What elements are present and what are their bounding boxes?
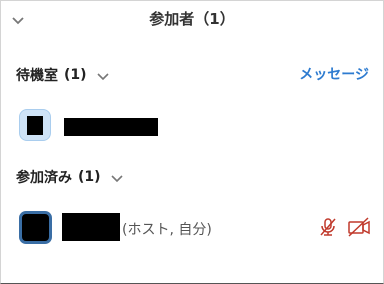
waiting-room-title: 待機室 (16, 68, 58, 84)
participant-name-redacted (62, 213, 120, 241)
waiting-room-count: (1) (64, 67, 87, 83)
avatar (19, 211, 52, 244)
participant-role: (ホスト, 自分) (122, 222, 212, 238)
joined-title: 参加済み (16, 170, 72, 186)
joined-participant-row[interactable]: (ホスト, 自分) (0, 211, 384, 251)
joined-count: (1) (78, 169, 101, 185)
participant-name-redacted (64, 118, 158, 136)
avatar-redacted (27, 116, 43, 135)
avatar (19, 109, 51, 141)
panel-title: 参加者（1） (149, 10, 235, 28)
message-link[interactable]: メッセージ (299, 64, 369, 84)
waiting-room-header[interactable]: 待機室 (1) (16, 64, 109, 86)
panel-header: 参加者（1） (0, 0, 384, 36)
video-off-icon[interactable] (346, 216, 372, 238)
joined-header[interactable]: 参加済み (1) (16, 166, 123, 188)
mic-muted-icon[interactable] (317, 216, 339, 238)
chevron-down-icon[interactable] (96, 70, 109, 81)
waiting-participant-row[interactable] (0, 109, 384, 149)
chevron-down-icon[interactable] (110, 172, 123, 183)
